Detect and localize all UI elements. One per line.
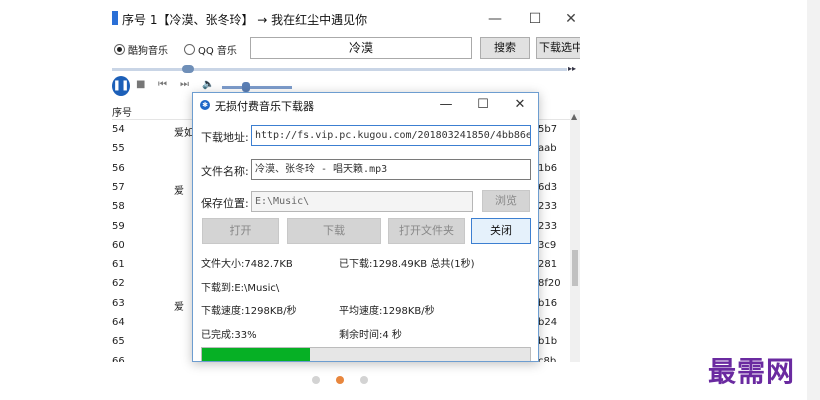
row-song-name: 爱 xyxy=(174,185,184,197)
row-hash: b24 xyxy=(538,317,558,328)
volume-track[interactable] xyxy=(222,86,292,89)
row-number: 64 xyxy=(112,317,125,328)
next-icon[interactable]: ⏭ xyxy=(180,79,189,90)
row-number: 56 xyxy=(112,162,125,174)
row-number: 54 xyxy=(112,124,125,135)
row-number: 63 xyxy=(112,297,125,309)
close-button[interactable]: ✕ xyxy=(556,8,580,30)
radio-checked-icon xyxy=(114,44,125,55)
row-hash: 233 xyxy=(538,220,558,232)
download-selected-button[interactable]: 下载选中 xyxy=(536,37,580,59)
row-hash: b16 xyxy=(538,297,558,309)
download-to-text: 下载到:E:\Music\ xyxy=(201,283,280,294)
dialog-title-bar: ✱ 无损付费音乐下载器 — ☐ ✕ xyxy=(193,93,538,117)
downloaded-text: 已下载:1298.49KB 总共(1秒) xyxy=(339,259,475,270)
remaining-time-text: 剩余时间:4 秒 xyxy=(339,330,402,341)
row-hash: 5b7 xyxy=(538,124,558,135)
volume-thumb[interactable] xyxy=(242,82,250,92)
stop-icon[interactable]: ■ xyxy=(136,79,145,90)
row-number: 57 xyxy=(112,181,125,193)
row-hash: 1b6 xyxy=(538,162,558,174)
row-number: 61 xyxy=(112,259,125,271)
row-song-name: 爱 xyxy=(174,301,184,313)
seek-track xyxy=(112,68,567,71)
dialog-maximize-button[interactable]: ☐ xyxy=(468,95,498,115)
list-scrollbar[interactable]: ▲ xyxy=(570,110,580,362)
row-number: 55 xyxy=(112,143,125,155)
open-folder-button[interactable]: 打开文件夹 xyxy=(388,218,465,244)
seek-bar[interactable]: ▸▸ xyxy=(112,64,580,74)
file-size-text: 文件大小:7482.7KB xyxy=(201,259,293,270)
search-button[interactable]: 搜索 xyxy=(480,37,530,59)
dialog-app-icon: ✱ xyxy=(200,100,210,110)
source-qq-label: QQ 音乐 xyxy=(198,46,237,57)
carousel-dot[interactable] xyxy=(336,376,344,384)
search-input[interactable]: 冷漠 xyxy=(250,37,472,59)
row-hash: b1b xyxy=(538,336,558,348)
dialog-close-button[interactable]: ✕ xyxy=(505,95,535,115)
source-qq-radio[interactable]: QQ 音乐 xyxy=(184,42,237,57)
url-label: 下载地址: xyxy=(201,131,249,144)
dialog-title: 无损付费音乐下载器 xyxy=(215,100,314,113)
browse-button[interactable]: 浏览 xyxy=(482,190,530,212)
download-dialog: ✱ 无损付费音乐下载器 — ☐ ✕ 下载地址: http://fs.vip.pc… xyxy=(192,92,539,362)
search-bar: 酷狗音乐 QQ 音乐 冷漠 搜索 下载选中 xyxy=(112,36,580,60)
prev-icon[interactable]: ⏮ xyxy=(158,79,167,90)
speed-text: 下载速度:1298KB/秒 xyxy=(201,306,297,317)
carousel-dot[interactable] xyxy=(360,376,368,384)
row-number: 65 xyxy=(112,336,125,348)
url-field[interactable]: http://fs.vip.pc.kugou.com/201803241850/… xyxy=(251,125,531,146)
title-bar: 序号 1【冷漠、张冬玲】 → 我在红尘中遇见你 — ☐ ✕ xyxy=(112,0,580,36)
source-kugou-radio[interactable]: 酷狗音乐 xyxy=(114,42,168,57)
minimize-button[interactable]: — xyxy=(480,8,510,30)
filename-field[interactable]: 冷漠、张冬玲 - 唱天籁.mp3 xyxy=(251,159,531,180)
close-dialog-button[interactable]: 关闭 xyxy=(471,218,531,244)
completed-text: 已完成:33% xyxy=(201,330,257,341)
row-number: 58 xyxy=(112,201,125,213)
row-hash: c8b xyxy=(538,355,557,362)
column-header-num[interactable]: 序号 xyxy=(112,104,132,119)
source-kugou-label: 酷狗音乐 xyxy=(128,46,168,57)
avg-speed-text: 平均速度:1298KB/秒 xyxy=(339,306,435,317)
scroll-thumb[interactable] xyxy=(572,250,578,286)
download-progress-bar xyxy=(201,347,531,361)
seek-thumb[interactable] xyxy=(182,65,194,73)
row-number: 66 xyxy=(112,355,125,362)
download-button[interactable]: 下载 xyxy=(287,218,381,244)
save-location-label: 保存位置: xyxy=(201,197,249,210)
dialog-minimize-button[interactable]: — xyxy=(431,95,461,115)
radio-unchecked-icon xyxy=(184,44,195,55)
row-hash: 233 xyxy=(538,201,558,213)
pause-icon[interactable]: ❚❚ xyxy=(112,76,130,96)
seek-end-icon: ▸▸ xyxy=(568,64,577,73)
volume-icon[interactable]: 🔈 xyxy=(202,79,214,90)
maximize-button[interactable]: ☐ xyxy=(520,8,550,30)
scroll-up-icon[interactable]: ▲ xyxy=(571,112,577,121)
row-hash: 3c9 xyxy=(538,239,557,251)
row-hash: 6d3 xyxy=(538,181,558,193)
filename-label: 文件名称: xyxy=(201,165,249,178)
row-hash: 8f20 xyxy=(538,278,561,290)
watermark-logo: 最需网 xyxy=(708,355,796,388)
row-number: 59 xyxy=(112,220,125,232)
save-location-field: E:\Music\ xyxy=(251,191,473,212)
row-hash: aab xyxy=(538,143,557,155)
window-title: 序号 1【冷漠、张冬玲】 → 我在红尘中遇见你 xyxy=(122,13,368,27)
row-number: 60 xyxy=(112,239,125,251)
progress-fill xyxy=(202,348,311,361)
row-hash: 281 xyxy=(538,259,558,271)
row-number: 62 xyxy=(112,278,125,290)
app-icon xyxy=(112,11,118,25)
carousel-dot[interactable] xyxy=(312,376,320,384)
open-button[interactable]: 打开 xyxy=(202,218,279,244)
page-side-strip xyxy=(807,0,820,400)
row-song-name: 爱如 xyxy=(174,128,194,139)
